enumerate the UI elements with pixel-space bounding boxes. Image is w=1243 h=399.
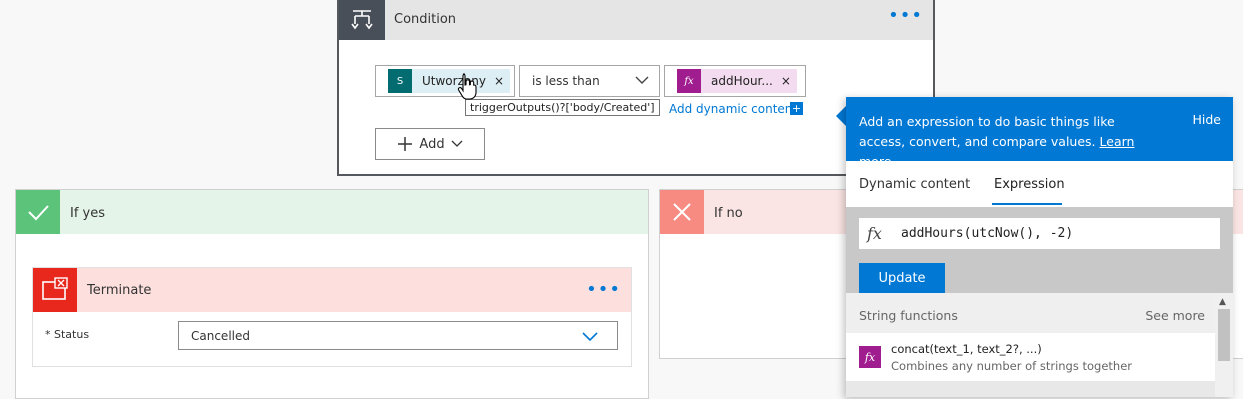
condition-title: Condition	[394, 12, 457, 27]
add-dynamic-content-link[interactable]: Add dynamic content	[669, 102, 797, 116]
remove-token-button[interactable]: ×	[492, 74, 510, 88]
if-no-title: If no	[714, 206, 743, 221]
terminate-header[interactable]: Terminate •••	[33, 268, 631, 312]
chevron-down-icon	[451, 140, 463, 147]
fx-icon: fx	[859, 346, 881, 368]
tab-dynamic-content[interactable]: Dynamic content	[859, 177, 970, 192]
function-list-item[interactable]	[846, 381, 1215, 397]
function-description: Combines any number of strings together	[891, 359, 1133, 373]
see-more-link[interactable]: See more	[1145, 308, 1205, 323]
terminate-title: Terminate	[87, 283, 152, 298]
more-options-button[interactable]: •••	[888, 7, 923, 25]
condition-left-operand[interactable]: S Utworzony ×	[375, 65, 515, 97]
status-label: * Status	[45, 328, 90, 341]
flyout-pointer	[836, 106, 846, 126]
scroll-up-icon[interactable]: ▲	[1219, 297, 1226, 307]
if-yes-title: If yes	[70, 206, 106, 221]
fx-icon: fx	[867, 224, 882, 243]
sharepoint-icon: S	[388, 69, 412, 93]
condition-header[interactable]: Condition •••	[339, 0, 933, 40]
status-dropdown[interactable]: Cancelled	[178, 321, 618, 350]
expression-value: addHours(utcNow(), -2)	[901, 226, 1074, 241]
tab-expression[interactable]: Expression	[994, 177, 1065, 192]
function-category-title: String functions	[859, 308, 958, 323]
hand-cursor-icon	[457, 73, 477, 100]
add-dynamic-content-plus-icon[interactable]: +	[790, 102, 803, 115]
function-category-header: String functions See more	[846, 293, 1215, 333]
chevron-down-icon	[582, 332, 598, 342]
flyout-description-text: Add an expression to do basic things lik…	[859, 114, 1115, 149]
function-list-scrollbar[interactable]: ▲	[1215, 293, 1233, 397]
add-button-label: Add	[419, 136, 445, 152]
plus-icon	[398, 137, 413, 151]
if-yes-header[interactable]: If yes	[16, 190, 648, 234]
function-name: concat(text_1, text_2?, ...)	[891, 342, 1042, 356]
hide-button[interactable]: Hide	[1193, 112, 1222, 127]
scrollbar-thumb[interactable]	[1218, 309, 1230, 361]
more-options-button[interactable]: •••	[586, 281, 621, 299]
token-tooltip: triggerOutputs()?['body/Created']	[465, 99, 660, 116]
operator-dropdown[interactable]: is less than	[519, 65, 660, 97]
status-value: Cancelled	[191, 329, 250, 343]
terminate-action-card: Terminate ••• * Status Cancelled	[32, 267, 632, 367]
operator-value: is less than	[532, 74, 600, 88]
chevron-down-icon	[635, 76, 649, 84]
condition-icon	[339, 0, 385, 40]
condition-right-operand[interactable]: fx addHour... ×	[664, 65, 806, 97]
update-button[interactable]: Update	[859, 263, 945, 294]
flyout-description: Add an expression to do basic things lik…	[859, 112, 1159, 172]
if-yes-branch: If yes Terminate ••• * Status Cancelled	[15, 189, 649, 399]
dynamic-token-utworzony[interactable]: S Utworzony ×	[388, 69, 510, 93]
expression-input[interactable]: fx addHours(utcNow(), -2)	[859, 218, 1220, 249]
function-list-item[interactable]: fx concat(text_1, text_2?, ...) Combines…	[846, 333, 1215, 381]
token-label: Utworzony	[422, 74, 486, 88]
close-icon	[660, 190, 704, 234]
terminate-icon	[33, 268, 77, 312]
expression-editor-area: fx addHours(utcNow(), -2) Update	[846, 207, 1233, 294]
expression-flyout: Add an expression to do basic things lik…	[846, 97, 1233, 397]
flyout-header: Add an expression to do basic things lik…	[846, 97, 1233, 169]
remove-token-button[interactable]: ×	[779, 74, 797, 88]
fx-icon: fx	[677, 69, 701, 93]
expression-token-addhours[interactable]: fx addHour... ×	[677, 69, 797, 93]
add-button[interactable]: Add	[375, 128, 485, 160]
active-tab-indicator	[992, 203, 1062, 205]
checkmark-icon	[16, 190, 60, 234]
token-label: addHour...	[711, 74, 773, 88]
